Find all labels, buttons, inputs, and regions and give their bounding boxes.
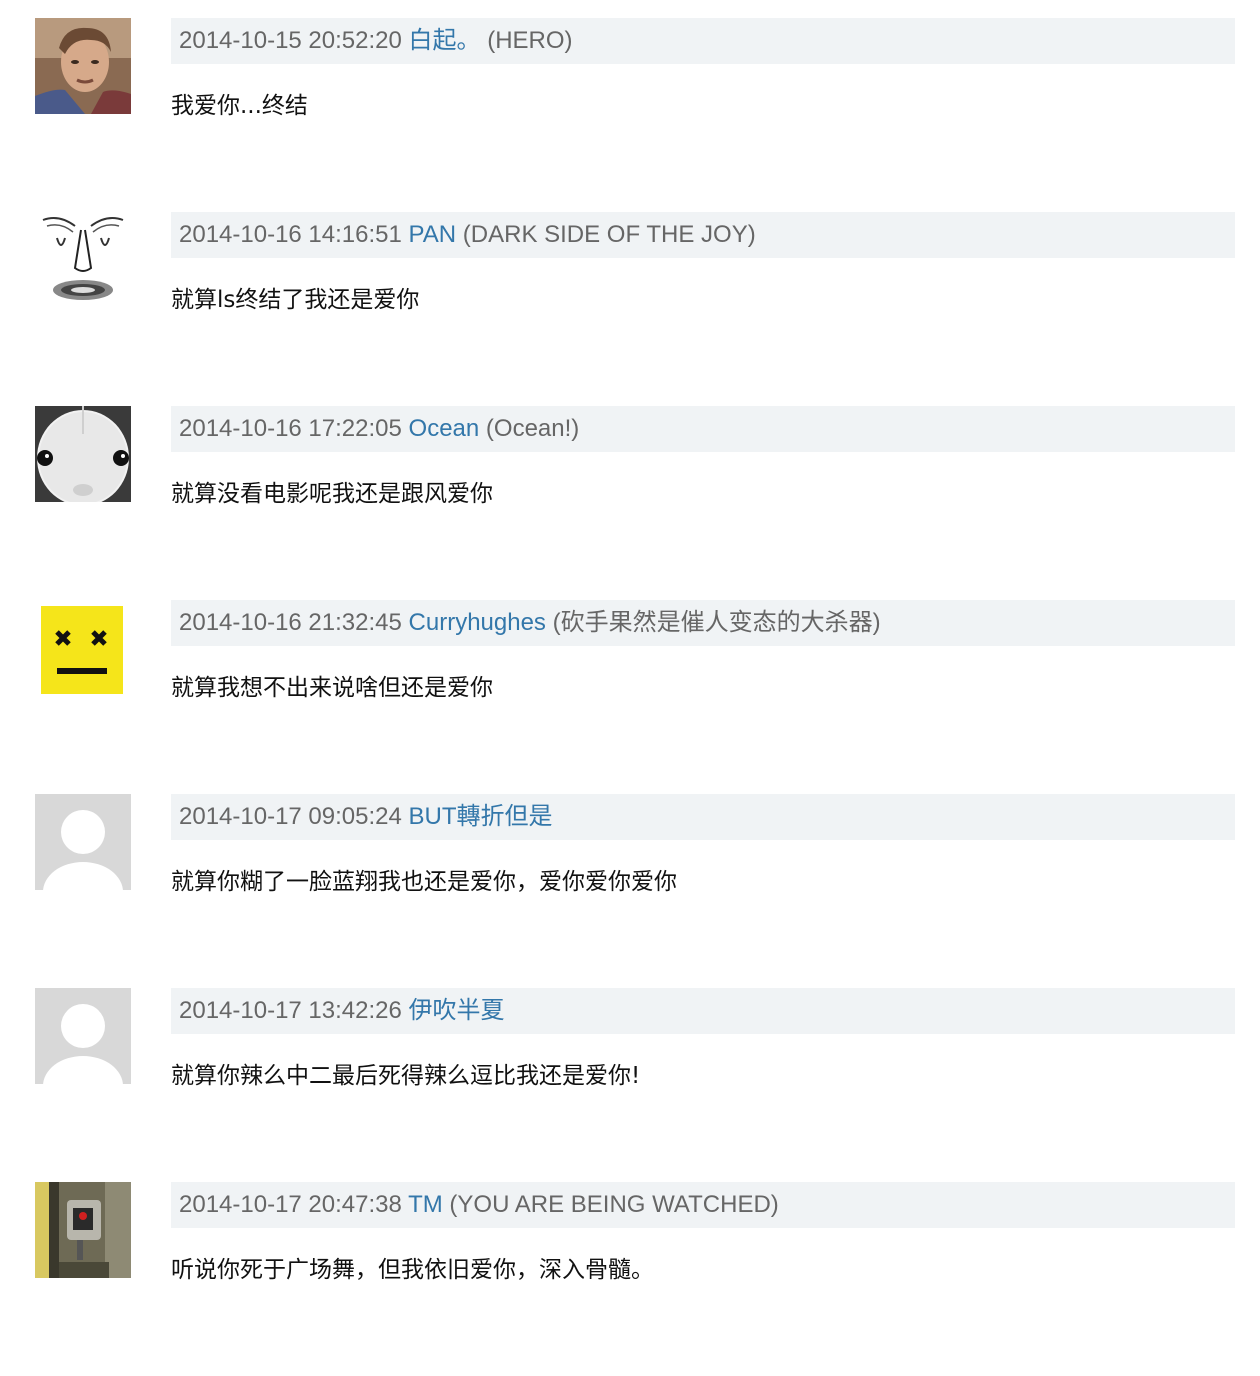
- comment-text: 就算你糊了一脸蓝翔我也还是爱你，爱你爱你爱你: [171, 869, 677, 895]
- comment-text: 就算你辣么中二最后死得辣么逗比我还是爱你!: [171, 1063, 641, 1089]
- comment-item: 2014-10-16 14:16:51 PAN (DARK SIDE OF TH…: [0, 212, 1260, 406]
- comment-username-link[interactable]: BUT轉折但是: [409, 803, 553, 830]
- sketch-face-avatar-icon[interactable]: [35, 212, 131, 308]
- security-camera-avatar-icon[interactable]: [35, 1182, 131, 1278]
- comment-username-link[interactable]: TM: [408, 1191, 443, 1218]
- comment-meta: 2014-10-17 09:05:24 BUT轉折但是: [171, 794, 1235, 840]
- comment-signature: (DARK SIDE OF THE JOY): [462, 221, 756, 248]
- photo-avatar-man-icon[interactable]: [35, 18, 131, 114]
- comment-username-link[interactable]: 伊吹半夏: [409, 997, 505, 1024]
- comment-username-link[interactable]: Ocean: [409, 415, 480, 442]
- comment-meta: 2014-10-17 13:42:26 伊吹半夏: [171, 988, 1235, 1034]
- comment-meta: 2014-10-16 14:16:51 PAN (DARK SIDE OF TH…: [171, 212, 1235, 258]
- comment-meta: 2014-10-16 21:32:45 Curryhughes (砍手果然是催人…: [171, 600, 1235, 646]
- comment-text: 就算没看电影呢我还是跟风爱你: [171, 481, 493, 507]
- comment-meta: 2014-10-16 17:22:05 Ocean (Ocean!): [171, 406, 1235, 452]
- default-user-avatar-icon[interactable]: [35, 988, 131, 1084]
- comment-item: 2014-10-15 20:52:20 白起。 (HERO) 我爱你...终结: [0, 18, 1260, 212]
- comment-time: 2014-10-16 17:22:05: [179, 415, 402, 442]
- comment-signature: (Ocean!): [485, 415, 580, 442]
- comment-signature: (砍手果然是催人变态的大杀器): [552, 609, 881, 636]
- comment-time: 2014-10-16 14:16:51: [179, 221, 402, 248]
- comment-item: 2014-10-16 21:32:45 Curryhughes (砍手果然是催人…: [0, 600, 1260, 794]
- default-user-avatar-icon[interactable]: [35, 794, 131, 890]
- comment-time: 2014-10-16 21:32:45: [179, 609, 402, 636]
- comment-text: 就算我想不出来说啥但还是爱你: [171, 675, 493, 701]
- comment-text: 我爱你...终结: [171, 93, 308, 119]
- comment-item: 2014-10-17 09:05:24 BUT轉折但是 就算你糊了一脸蓝翔我也还…: [0, 794, 1260, 988]
- comment-item: 2014-10-17 20:47:38 TM (YOU ARE BEING WA…: [0, 1182, 1260, 1376]
- comment-signature: (HERO): [487, 27, 573, 54]
- comment-text: 就算ls终结了我还是爱你: [171, 287, 420, 313]
- comment-meta: 2014-10-15 20:52:20 白起。 (HERO): [171, 18, 1235, 64]
- comment-time: 2014-10-17 13:42:26: [179, 997, 402, 1024]
- comment-username-link[interactable]: Curryhughes: [409, 609, 546, 636]
- comment-item: 2014-10-17 13:42:26 伊吹半夏 就算你辣么中二最后死得辣么逗比…: [0, 988, 1260, 1182]
- white-creature-avatar-icon[interactable]: [35, 406, 131, 502]
- comment-username-link[interactable]: PAN: [409, 221, 457, 248]
- yellow-face-avatar-icon[interactable]: [35, 600, 131, 696]
- comment-signature: (YOU ARE BEING WATCHED): [449, 1191, 779, 1218]
- comment-item: 2014-10-16 17:22:05 Ocean (Ocean!) 就算没看电…: [0, 406, 1260, 600]
- comment-text: 听说你死于广场舞，但我依旧爱你，深入骨髓。: [171, 1257, 654, 1283]
- comment-meta: 2014-10-17 20:47:38 TM (YOU ARE BEING WA…: [171, 1182, 1235, 1228]
- comment-time: 2014-10-17 09:05:24: [179, 803, 402, 830]
- comment-time: 2014-10-15 20:52:20: [179, 27, 402, 54]
- comment-username-link[interactable]: 白起。: [409, 27, 481, 54]
- comment-time: 2014-10-17 20:47:38: [179, 1191, 402, 1218]
